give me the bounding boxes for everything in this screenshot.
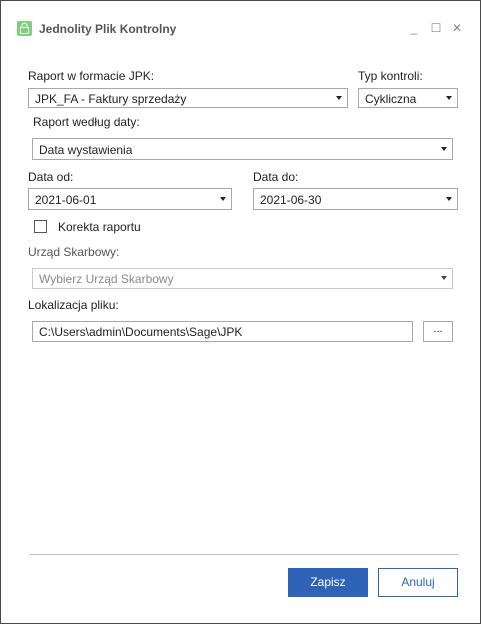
browse-button[interactable]: ... [423,321,453,342]
chevron-down-icon [441,147,447,151]
correction-label: Korekta raportu [58,220,141,234]
close-icon[interactable]: ✕ [447,18,467,38]
tax-office-label: Urząd Skarbowy: [28,245,120,259]
chevron-down-icon [446,197,452,201]
date-from-picker[interactable]: 2021-06-01 [28,188,232,210]
tax-office-select[interactable]: Wybierz Urząd Skarbowy [32,268,453,289]
correction-checkbox[interactable] [34,220,47,233]
title-bar: Jednolity Plik Kontrolny _ ☐ ✕ [1,1,480,57]
chevron-down-icon [446,96,452,100]
date-to-label: Data do: [253,170,299,184]
chevron-down-icon [220,197,226,201]
report-by-date-label: Raport według daty: [33,115,140,129]
control-type-select[interactable]: Cykliczna [358,88,458,108]
control-type-value: Cykliczna [365,92,417,106]
report-format-value: JPK_FA - Faktury sprzedaży [35,92,187,106]
report-by-date-value: Data wystawienia [39,143,133,157]
file-location-value: C:\Users\admin\Documents\Sage\JPK [39,325,243,339]
date-from-label: Data od: [28,170,74,184]
chevron-down-icon [336,96,342,100]
control-type-label: Typ kontroli: [358,69,423,83]
save-button[interactable]: Zapisz [288,568,368,597]
tax-office-placeholder: Wybierz Urząd Skarbowy [39,272,174,286]
window-title: Jednolity Plik Kontrolny [39,22,177,36]
lock-icon [17,21,32,36]
date-from-value: 2021-06-01 [35,193,97,207]
minimize-icon[interactable]: _ [404,18,424,38]
footer-divider [30,554,458,555]
date-to-value: 2021-06-30 [260,193,322,207]
dialog-window: Jednolity Plik Kontrolny _ ☐ ✕ Raport w … [0,0,481,624]
cancel-button[interactable]: Anuluj [378,568,458,597]
report-by-date-select[interactable]: Data wystawienia [32,138,453,160]
chevron-down-icon [441,276,447,280]
file-location-label: Lokalizacja pliku: [28,298,119,312]
report-format-select[interactable]: JPK_FA - Faktury sprzedaży [28,88,348,108]
file-location-input[interactable]: C:\Users\admin\Documents\Sage\JPK [32,321,413,342]
report-format-label: Raport w formacie JPK: [28,69,155,83]
date-to-picker[interactable]: 2021-06-30 [253,188,458,210]
maximize-icon[interactable]: ☐ [426,18,446,38]
